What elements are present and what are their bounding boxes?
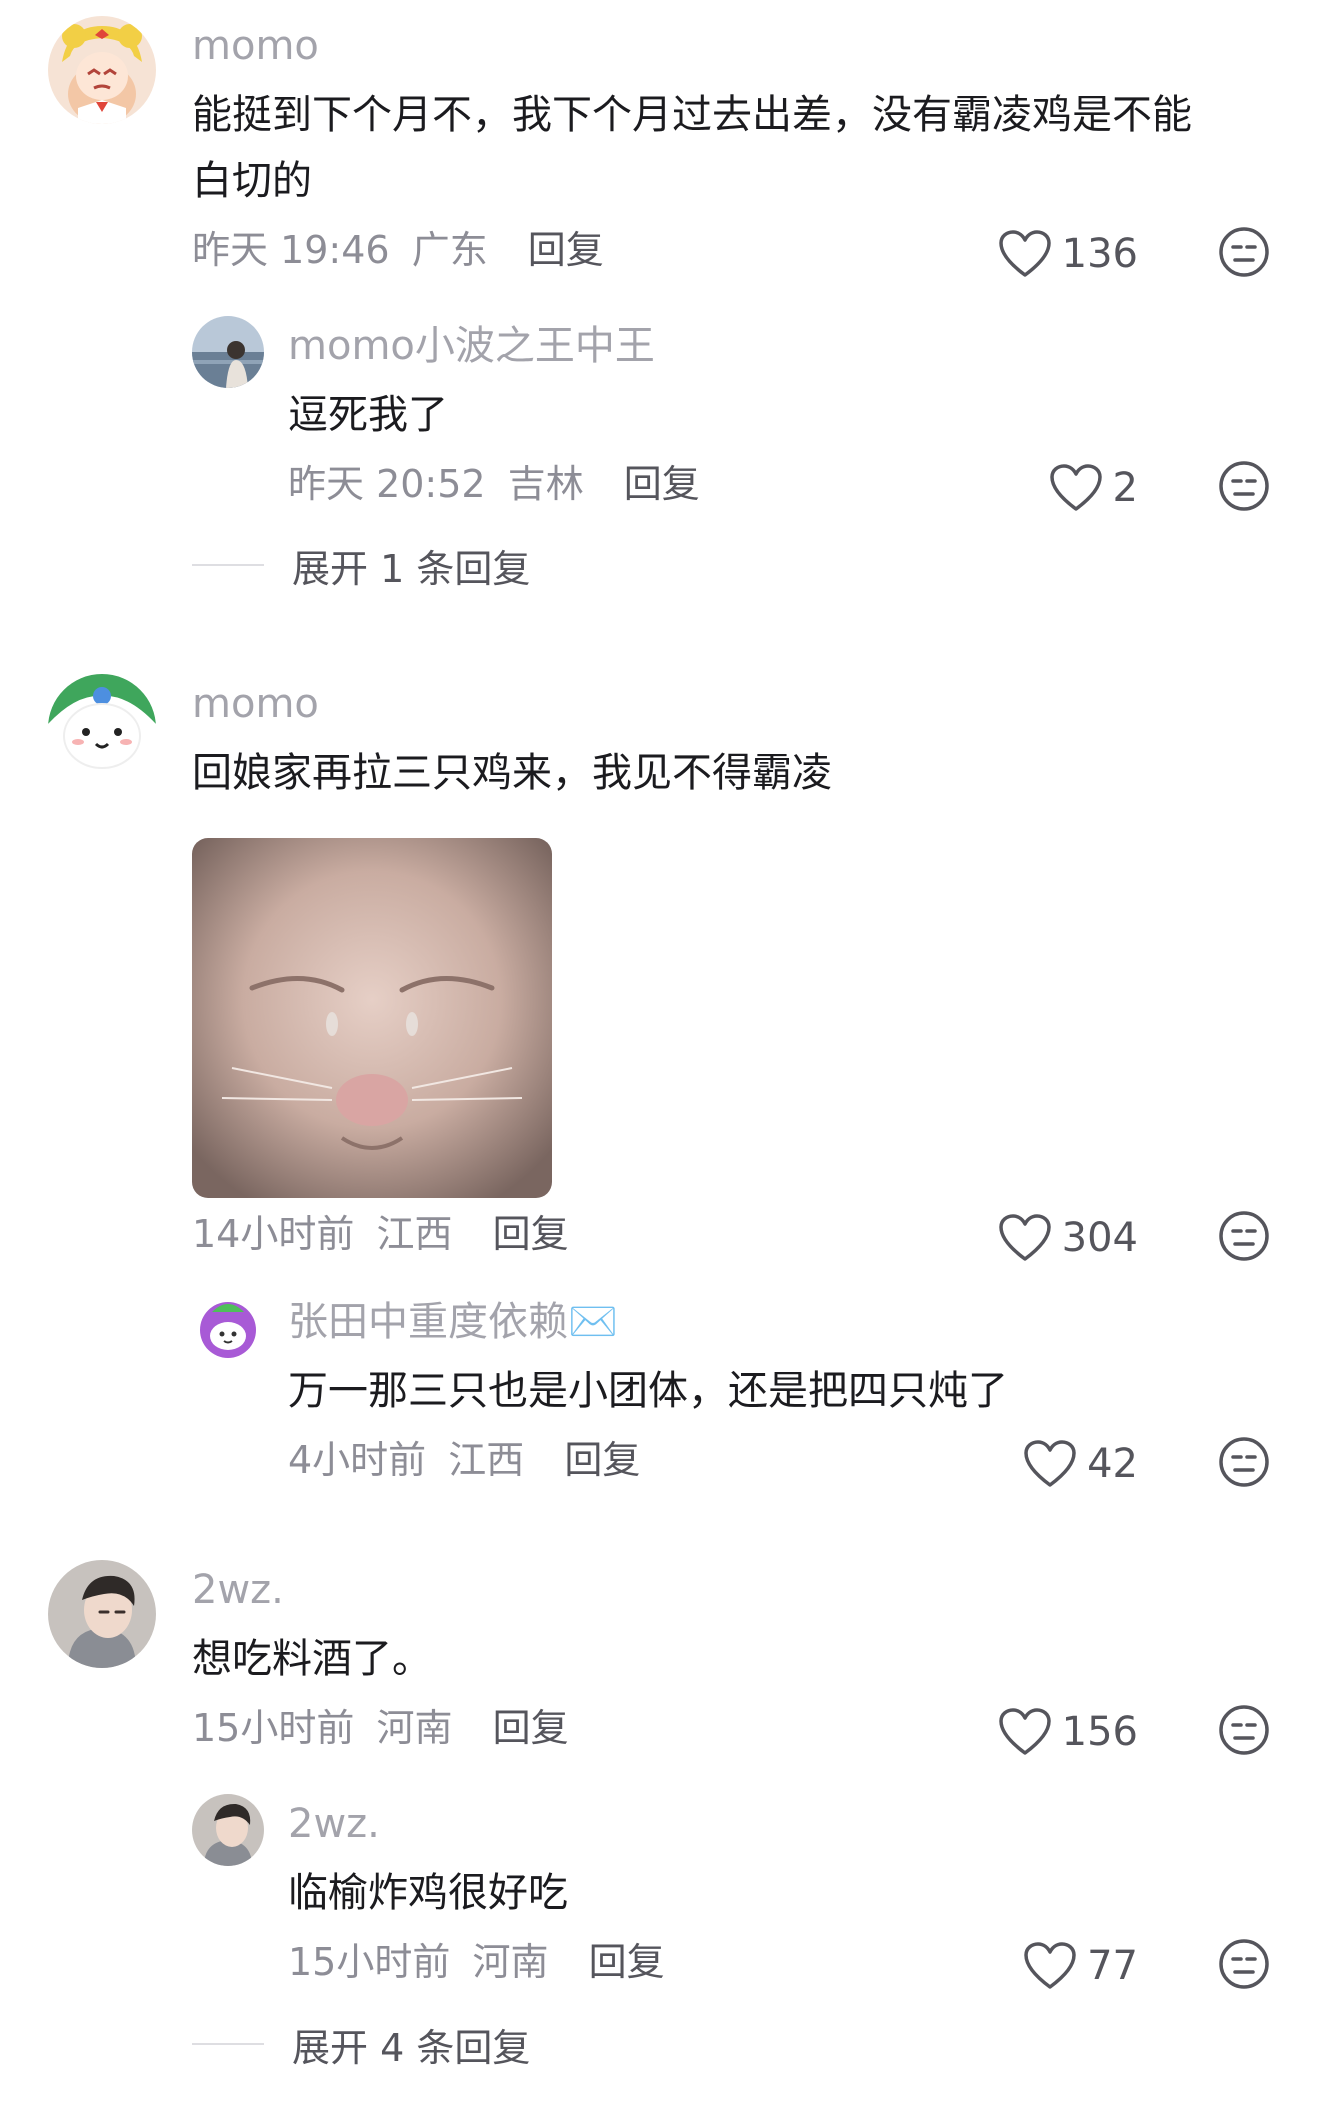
reply-meta: 4小时前 江西 回复	[288, 1436, 640, 1484]
seaside-photo-avatar-icon[interactable]	[192, 316, 264, 388]
reply-button[interactable]: 回复	[493, 1706, 569, 1750]
comment-text-line: 能挺到下个月不，我下个月过去出差，没有霸凌鸡是不能	[192, 92, 1192, 138]
comment-username[interactable]: 2wz.	[192, 1566, 284, 1614]
expand-replies-button[interactable]: 展开 4 条回复	[192, 2020, 530, 2070]
comment-text: 想吃料酒了。	[192, 1636, 432, 1682]
reply-text: 万一那三只也是小团体，还是把四只炖了	[288, 1368, 1008, 1414]
like-count: 77	[1087, 1943, 1138, 1989]
dislike-button[interactable]	[1218, 460, 1270, 512]
person-photo-avatar-icon[interactable]	[48, 1560, 156, 1668]
comment-username[interactable]: momo	[192, 22, 319, 70]
bear-avatar-icon[interactable]	[48, 674, 156, 782]
comment-meta: 15小时前 河南 回复	[192, 1704, 569, 1752]
reply-time: 昨天 20:52	[288, 462, 486, 506]
expand-replies-label: 展开 1 条回复	[292, 546, 531, 591]
like-button[interactable]: 156	[998, 1704, 1138, 1760]
reply-button[interactable]: 回复	[493, 1212, 569, 1256]
neutral-face-icon	[1219, 1939, 1269, 1989]
comment-meta: 昨天 19:46 广东 回复	[192, 226, 604, 274]
like-button[interactable]: 42	[1023, 1436, 1138, 1492]
heart-icon	[1024, 1942, 1076, 1989]
expand-replies-button[interactable]: 展开 1 条回复	[192, 541, 530, 591]
divider	[192, 2043, 264, 2045]
comment-time: 14小时前	[192, 1212, 355, 1256]
crying-cat-image[interactable]	[192, 838, 552, 1198]
like-button[interactable]: 2	[1049, 460, 1138, 516]
dislike-button[interactable]	[1218, 1210, 1270, 1262]
comment-text-line: 白切的	[192, 158, 312, 204]
dislike-button[interactable]	[1218, 1436, 1270, 1488]
comment-time: 昨天 19:46	[192, 228, 390, 272]
reply-time: 15小时前	[288, 1940, 451, 1984]
reply-username[interactable]: 张田中重度依赖✉️	[288, 1298, 618, 1346]
sailor-moon-avatar-icon[interactable]	[48, 16, 156, 124]
like-button[interactable]: 136	[998, 226, 1138, 282]
neutral-face-icon	[1219, 1705, 1269, 1755]
heart-icon	[998, 230, 1051, 277]
heart-icon	[998, 1708, 1051, 1755]
neutral-face-icon	[1219, 1211, 1269, 1261]
reply-text: 逗死我了	[288, 392, 448, 438]
comment-time: 15小时前	[192, 1706, 355, 1750]
reply-text: 临榆炸鸡很好吃	[288, 1870, 568, 1916]
reply-meta: 昨天 20:52 吉林 回复	[288, 460, 700, 508]
comment-location: 江西	[376, 1212, 453, 1256]
reply-location: 河南	[472, 1940, 549, 1984]
reply-time: 4小时前	[288, 1438, 427, 1482]
like-count: 42	[1087, 1441, 1138, 1487]
like-button[interactable]: 77	[1023, 1938, 1138, 1994]
divider	[192, 564, 264, 566]
dislike-button[interactable]	[1218, 1704, 1270, 1756]
like-button[interactable]: 304	[998, 1210, 1138, 1266]
reply-username[interactable]: 2wz.	[288, 1800, 380, 1848]
person-photo-avatar-icon[interactable]	[192, 1794, 264, 1866]
dislike-button[interactable]	[1218, 1938, 1270, 1990]
comment-meta: 14小时前 江西 回复	[192, 1210, 569, 1258]
comment-username[interactable]: momo	[192, 680, 319, 728]
like-count: 136	[1061, 231, 1138, 277]
like-count: 304	[1061, 1215, 1138, 1261]
reply-button[interactable]: 回复	[589, 1940, 665, 1984]
like-count: 2	[1112, 465, 1138, 511]
comment-location: 河南	[376, 1706, 453, 1750]
neutral-face-icon	[1219, 461, 1269, 511]
comment-location: 广东	[411, 228, 488, 272]
reply-button[interactable]: 回复	[624, 462, 700, 506]
purple-cartoon-avatar-icon[interactable]	[192, 1292, 264, 1364]
reply-button[interactable]: 回复	[528, 228, 604, 272]
reply-button[interactable]: 回复	[564, 1438, 640, 1482]
reply-location: 江西	[448, 1438, 525, 1482]
neutral-face-icon	[1219, 1437, 1269, 1487]
reply-username[interactable]: momo小波之王中王	[288, 322, 655, 370]
comment-text: 回娘家再拉三只鸡来，我见不得霸凌	[192, 750, 832, 796]
heart-icon	[998, 1214, 1051, 1261]
reply-meta: 15小时前 河南 回复	[288, 1938, 665, 1986]
reply-location: 吉林	[507, 462, 584, 506]
heart-icon	[1024, 1440, 1076, 1487]
heart-icon	[1049, 464, 1102, 511]
dislike-button[interactable]	[1218, 226, 1270, 278]
neutral-face-icon	[1219, 227, 1269, 277]
expand-replies-label: 展开 4 条回复	[292, 2025, 531, 2070]
like-count: 156	[1061, 1709, 1138, 1755]
